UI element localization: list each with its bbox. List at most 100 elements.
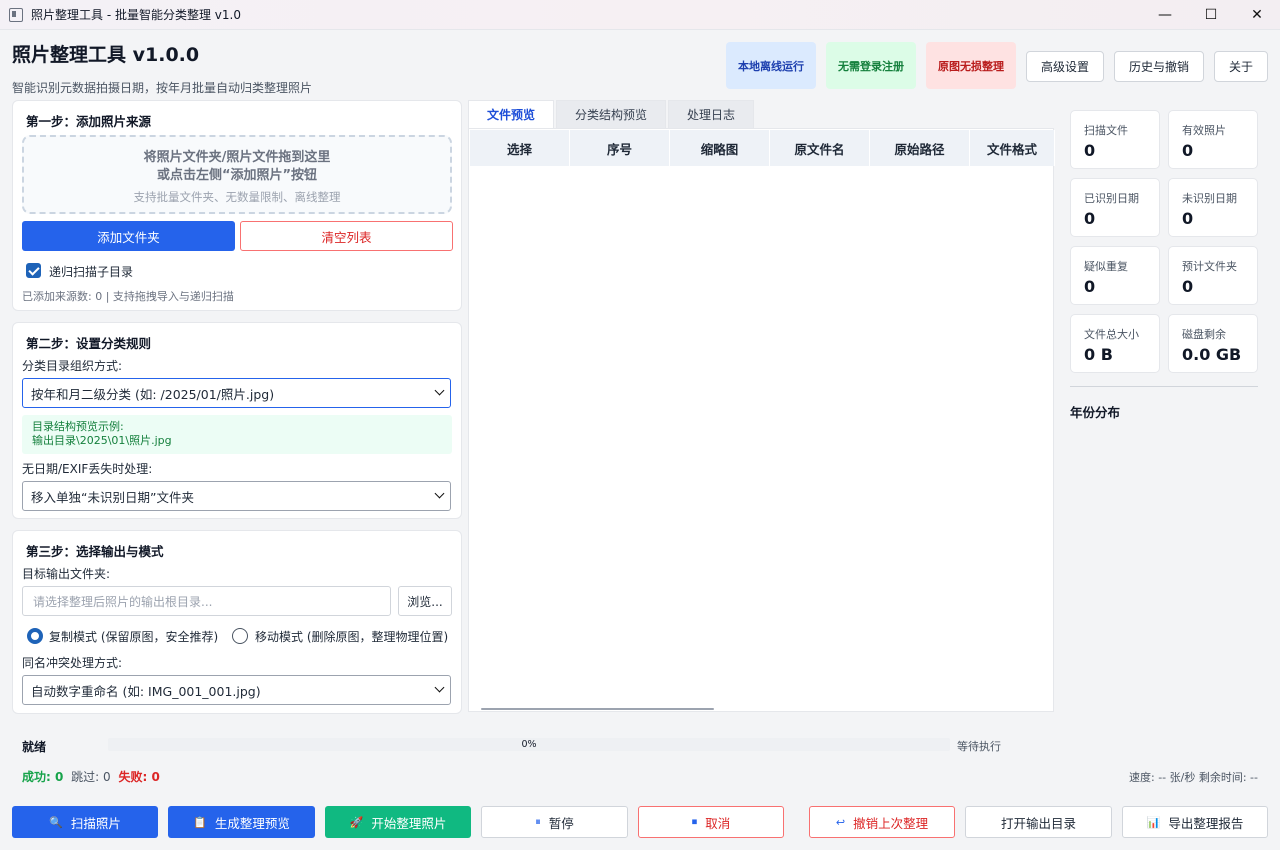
stat-label: 文件总大小 [1084, 328, 1139, 341]
pause-icon: ⏸ [535, 815, 541, 828]
skip-count: 跳过: 0 [71, 770, 111, 784]
col-filename[interactable]: 原文件名 [770, 130, 870, 166]
recursive-label: 递归扫描子目录 [49, 265, 134, 279]
preview-path: 输出目录\2025\01\照片.jpg [32, 434, 172, 447]
browse-button[interactable]: 浏览... [398, 586, 452, 616]
badge-no-login: 无需登录注册 [826, 42, 916, 89]
tab-structure-preview[interactable]: 分类结构预览 [556, 100, 667, 128]
about-button[interactable]: 关于 [1214, 51, 1268, 82]
progress-percent: 0% [521, 739, 537, 750]
org-label: 分类目录组织方式: [22, 359, 123, 373]
org-select[interactable]: 按年和月二级分类 (如: /2025/01/照片.jpg) [22, 378, 451, 408]
structure-preview: 目录结构预览示例: 输出目录\2025\01\照片.jpg [22, 415, 452, 454]
tab-file-preview[interactable]: 文件预览 [468, 100, 555, 128]
stat-disk-free: 磁盘剩余 0.0 GB [1168, 314, 1258, 373]
step3-title: 第三步：选择输出与模式 [26, 544, 164, 559]
add-folder-button[interactable]: 添加文件夹 [22, 221, 235, 251]
stat-value: 0 [1084, 141, 1096, 160]
title-bar: 照片整理工具 - 批量智能分类整理 v1.0 — ☐ ✕ [0, 0, 1280, 30]
export-report-button[interactable]: 📊 导出整理报告 [1122, 806, 1268, 838]
progress-state: 等待执行 [957, 740, 1001, 753]
conflict-select[interactable]: 自动数字重命名 (如: IMG_001_001.jpg) [22, 675, 451, 705]
success-count: 成功: 0 [22, 770, 64, 784]
generate-preview-label: 生成整理预览 [214, 815, 290, 831]
move-mode-label: 移动模式 (删除原图，整理物理位置) [255, 630, 449, 644]
export-report-label: 导出整理报告 [1168, 815, 1244, 831]
nodate-select[interactable]: 移入单独“未识别日期”文件夹 [22, 481, 451, 511]
stop-icon: ⏹ [691, 815, 698, 828]
scan-photos-button[interactable]: 🔍 扫描照片 [12, 806, 158, 838]
step2-card: 第二步：设置分类规则 分类目录组织方式: 按年和月二级分类 (如: /2025/… [12, 322, 462, 519]
open-output-button[interactable]: 打开输出目录 [965, 806, 1112, 838]
app-icon [9, 7, 23, 22]
horizontal-scrollbar[interactable] [481, 708, 714, 710]
output-folder-input[interactable]: 请选择整理后照片的输出根目录... [22, 586, 391, 616]
step2-title: 第二步：设置分类规则 [26, 336, 152, 351]
copy-mode-label: 复制模式 (保留原图，安全推荐) [49, 630, 219, 644]
tab-process-log[interactable]: 处理日志 [668, 100, 755, 128]
output-folder-placeholder: 请选择整理后照片的输出根目录... [33, 594, 213, 609]
tab-bar: 文件预览 分类结构预览 处理日志 [468, 100, 756, 128]
stats-divider [1070, 386, 1258, 387]
nodate-label: 无日期/EXIF丢失时处理: [22, 462, 153, 476]
badge-offline: 本地离线运行 [726, 42, 816, 89]
window-title: 照片整理工具 - 批量智能分类整理 v1.0 [31, 8, 241, 22]
undo-last-label: 撤销上次整理 [853, 815, 929, 831]
maximize-icon[interactable]: ☐ [1188, 0, 1234, 30]
stat-folders: 预计文件夹 0 [1168, 246, 1258, 305]
col-thumbnail[interactable]: 缩略图 [670, 130, 770, 166]
stat-label: 已识别日期 [1084, 192, 1139, 205]
stat-label: 预计文件夹 [1182, 260, 1237, 273]
close-icon[interactable]: ✕ [1234, 0, 1280, 30]
undo-last-button[interactable]: ↩ 撤销上次整理 [809, 806, 955, 838]
stat-label: 磁盘剩余 [1182, 328, 1226, 341]
chevron-down-icon [434, 387, 446, 399]
history-undo-button[interactable]: 历史与撤销 [1114, 51, 1204, 82]
chevron-down-icon [434, 490, 446, 502]
stat-dated: 已识别日期 0 [1070, 178, 1160, 237]
clear-list-button[interactable]: 清空列表 [240, 221, 453, 251]
pause-button[interactable]: ⏸ 暂停 [481, 806, 628, 838]
pause-label: 暂停 [548, 815, 574, 831]
stat-label: 疑似重复 [1084, 260, 1128, 273]
chevron-down-icon [434, 684, 446, 696]
chart-icon: 📊 [1146, 815, 1161, 829]
recursive-checkbox[interactable] [26, 263, 41, 278]
rocket-icon: 🚀 [349, 815, 364, 829]
drop-hint: 支持批量文件夹、无数量限制、离线整理 [133, 190, 341, 204]
file-table: 选择 序号 缩略图 原文件名 原始路径 文件格式 [468, 128, 1055, 712]
cancel-button[interactable]: ⏹ 取消 [638, 806, 784, 838]
copy-mode-radio[interactable] [27, 628, 43, 644]
col-format[interactable]: 文件格式 [970, 130, 1055, 166]
year-distribution-title: 年份分布 [1070, 405, 1121, 420]
badge-lossless: 原图无损整理 [926, 42, 1016, 89]
start-organize-label: 开始整理照片 [371, 815, 447, 831]
step1-card: 第一步：添加照片来源 将照片文件夹/照片文件拖到这里 或点击左侧“添加照片”按钮… [12, 100, 462, 311]
move-mode-radio[interactable] [232, 628, 248, 644]
fail-count: 失败: 0 [118, 770, 160, 784]
stat-value: 0 B [1084, 345, 1113, 364]
progress-bar: 0% [108, 738, 950, 751]
advanced-settings-button[interactable]: 高级设置 [1026, 51, 1104, 82]
window-controls: — ☐ ✕ [1142, 0, 1280, 30]
generate-preview-button[interactable]: 📋 生成整理预览 [168, 806, 315, 838]
col-index[interactable]: 序号 [570, 130, 670, 166]
stat-value: 0 [1182, 277, 1194, 296]
start-organize-button[interactable]: 🚀 开始整理照片 [325, 806, 471, 838]
target-label: 目标输出文件夹: [22, 567, 111, 581]
minimize-icon[interactable]: — [1142, 0, 1188, 30]
scan-photos-label: 扫描照片 [70, 815, 121, 831]
app-header: 照片整理工具 v1.0.0 智能识别元数据拍摄日期，按年月批量自动归类整理照片 [12, 40, 312, 96]
search-icon: 🔍 [49, 815, 63, 829]
speed-text: 速度: -- 张/秒 剩余时间: -- [1129, 771, 1258, 784]
drop-zone[interactable]: 将照片文件夹/照片文件拖到这里 或点击左侧“添加照片”按钮 支持批量文件夹、无数… [22, 135, 452, 214]
stat-value: 0 [1182, 209, 1194, 228]
org-select-value: 按年和月二级分类 (如: /2025/01/照片.jpg) [31, 386, 275, 402]
nodate-select-value: 移入单独“未识别日期”文件夹 [31, 489, 194, 505]
conflict-label: 同名冲突处理方式: [22, 656, 123, 670]
status-text: 就绪 [22, 740, 47, 754]
stat-valid: 有效照片 0 [1168, 110, 1258, 169]
col-path[interactable]: 原始路径 [870, 130, 970, 166]
result-counts: 成功: 0 跳过: 0 失败: 0 [22, 768, 160, 785]
col-select[interactable]: 选择 [470, 130, 570, 166]
